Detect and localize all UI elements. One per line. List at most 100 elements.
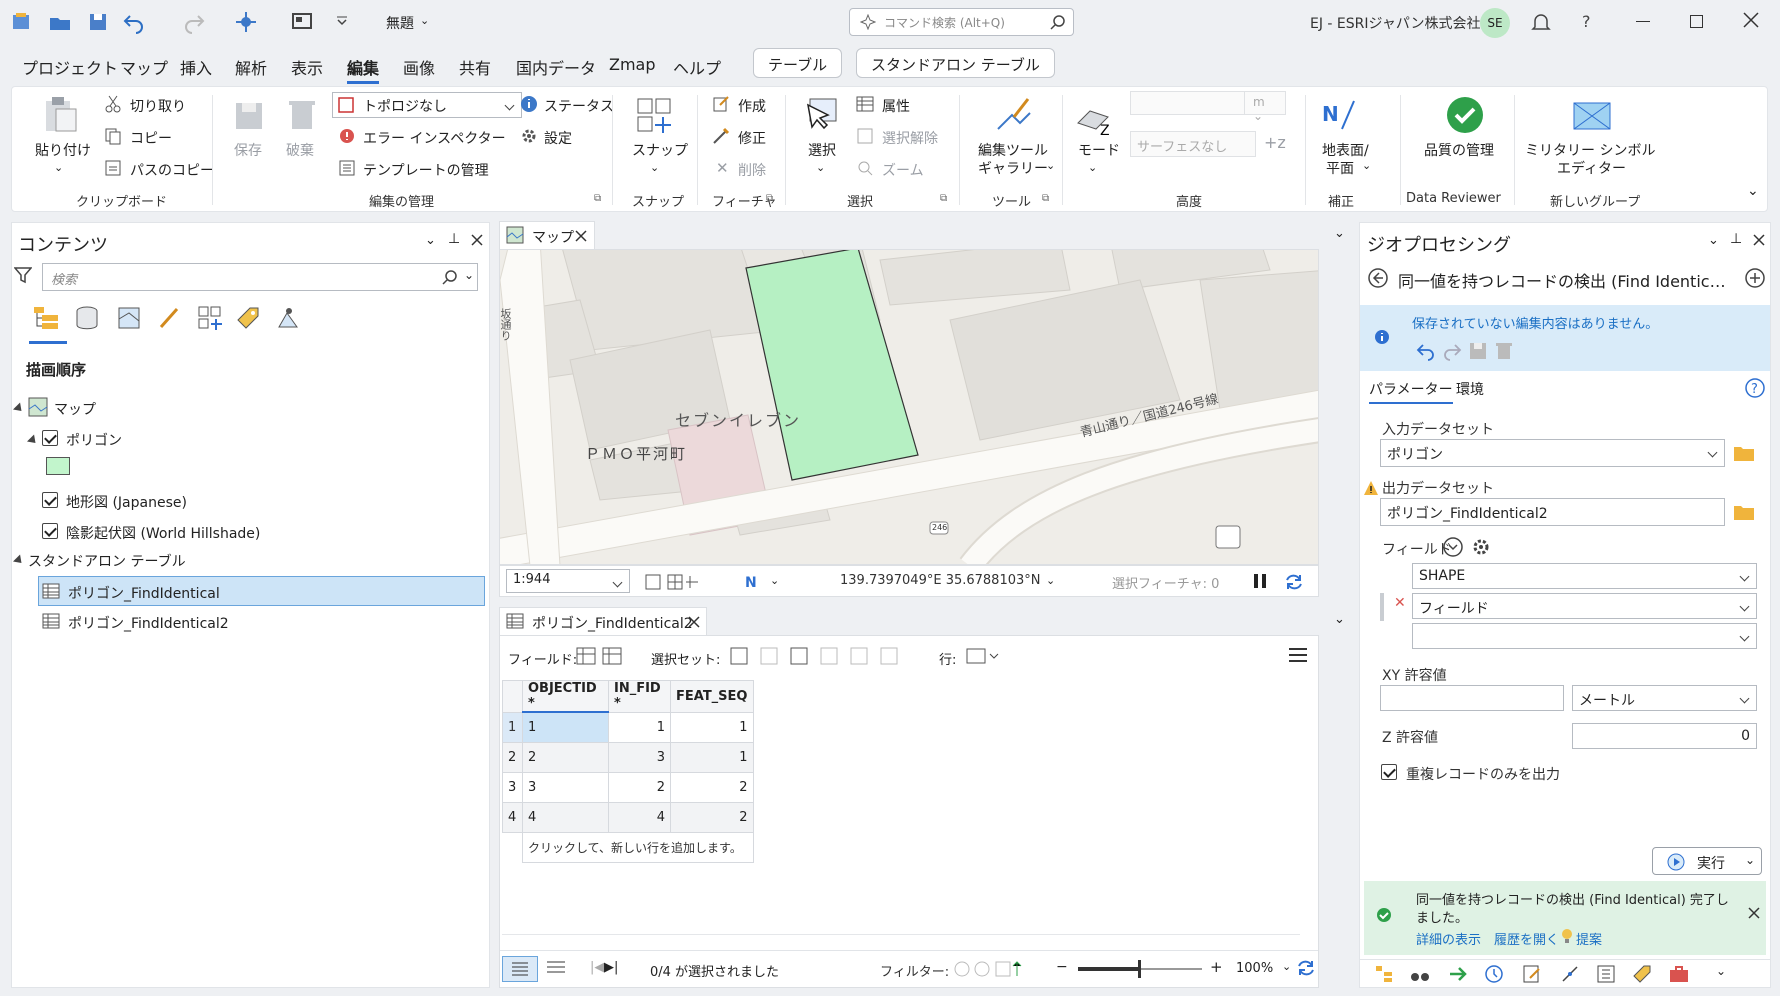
mode-button[interactable]: モード xyxy=(1078,140,1120,160)
dialog-launcher-icon[interactable]: ⧉ xyxy=(594,193,601,204)
map-layer-label[interactable]: マップ xyxy=(54,399,96,419)
topo-visibility-checkbox[interactable] xyxy=(42,492,58,508)
duplicates-only-checkbox[interactable] xyxy=(1381,764,1397,780)
modify-button[interactable]: 修正 xyxy=(738,128,766,148)
paste-button[interactable]: 貼り付け xyxy=(35,140,91,160)
quality-management-button[interactable]: 品質の管理 xyxy=(1424,140,1494,160)
attributes-icon[interactable] xyxy=(856,95,874,113)
column-header-objectid[interactable]: OBJECTID * xyxy=(522,680,609,713)
command-search-input[interactable]: コマンド検索 (Alt+Q) xyxy=(849,8,1074,36)
drawing-order-icon[interactable] xyxy=(32,305,60,331)
field-1-select[interactable]: SHAPE xyxy=(1412,563,1757,589)
field-options-icon[interactable] xyxy=(1442,536,1464,558)
output-dataset-input[interactable]: ポリゴン_FindIdentical2 xyxy=(1380,498,1725,526)
zoom-out-icon[interactable]: − xyxy=(1056,959,1068,975)
dialog-launcher-icon[interactable]: ⧉ xyxy=(766,193,773,204)
xy-tolerance-input[interactable] xyxy=(1380,685,1564,711)
snapping-view-icon[interactable] xyxy=(197,305,223,331)
save-icon[interactable] xyxy=(1468,341,1488,361)
customize-icon[interactable] xyxy=(330,10,354,34)
arrow-right-icon[interactable] xyxy=(1448,964,1468,984)
duplicates-only-label[interactable]: 重複レコードのみを出力 xyxy=(1406,764,1560,784)
north-arrow-icon[interactable]: N xyxy=(744,572,764,592)
help-button[interactable]: ? xyxy=(1582,12,1591,31)
add-row-prompt[interactable]: クリックして、新しい行を追加します。 xyxy=(522,831,754,863)
help-icon[interactable]: ? xyxy=(1744,377,1766,399)
ribbon-collapse-icon[interactable]: ⌄ xyxy=(1747,183,1759,199)
expand-map-icon[interactable] xyxy=(12,402,26,415)
cell-in-fid[interactable]: 4 xyxy=(608,801,671,833)
topo-layer-label[interactable]: 地形図 (Japanese) xyxy=(66,492,187,512)
new-project-icon[interactable] xyxy=(10,10,34,34)
gear-icon[interactable] xyxy=(1470,536,1492,558)
cell-feat-seq[interactable]: 1 xyxy=(670,711,754,743)
menu-help[interactable]: ヘルプ xyxy=(673,55,721,79)
zoom-level[interactable]: 100% xyxy=(1236,961,1273,976)
column-header-in-fid[interactable]: IN_FID * xyxy=(608,680,671,713)
search-icon[interactable] xyxy=(442,269,458,285)
suggestions-link[interactable]: 提案 xyxy=(1576,929,1602,948)
map-tabs-menu-icon[interactable]: ⌄ xyxy=(1334,226,1345,241)
close-icon[interactable] xyxy=(1742,11,1760,29)
snapping-icon[interactable] xyxy=(634,95,674,135)
close-pane-icon[interactable] xyxy=(1752,233,1766,247)
pane-options-icon[interactable]: ⌄ xyxy=(425,233,436,248)
discard-icon[interactable] xyxy=(1494,341,1514,361)
clear-selection-button[interactable]: 選択解除 xyxy=(882,128,938,148)
show-selected-records-icon[interactable] xyxy=(546,959,566,977)
expand-polygon-icon[interactable] xyxy=(26,434,40,447)
menu-imagery[interactable]: 画像 xyxy=(403,55,435,79)
table-tabs-menu-icon[interactable]: ⌄ xyxy=(1334,612,1345,627)
menu-analysis[interactable]: 解析 xyxy=(235,55,267,79)
military-symbol-editor-label2[interactable]: エディター xyxy=(1557,158,1626,178)
cell-feat-seq[interactable]: 2 xyxy=(670,771,754,803)
edit-notebook-icon[interactable] xyxy=(1522,964,1542,984)
cell-objectid[interactable]: 1 xyxy=(522,711,609,743)
discard-edits-button[interactable]: 破棄 xyxy=(286,140,314,160)
scale-select[interactable]: 1:944 xyxy=(506,569,630,593)
field-2-select[interactable]: フィールド xyxy=(1412,593,1757,619)
table-menu-icon[interactable] xyxy=(1288,646,1308,664)
template-manager-icon[interactable] xyxy=(338,159,356,177)
cell-in-fid[interactable]: 1 xyxy=(608,711,671,743)
polygon-layer-label[interactable]: ポリゴン xyxy=(66,430,122,450)
row-number[interactable]: 3 xyxy=(502,771,523,803)
contents-pane-icon[interactable] xyxy=(1374,964,1394,984)
redo-icon[interactable] xyxy=(182,10,206,34)
dismiss-icon[interactable] xyxy=(1748,907,1760,919)
table-row[interactable]: 3 3 2 2 xyxy=(502,771,754,803)
tab-attribute-table[interactable]: ポリゴン_FindIdentical2 xyxy=(499,607,707,635)
select-button[interactable]: 選択 xyxy=(808,140,836,160)
input-dataset-select[interactable]: ポリゴン xyxy=(1380,439,1725,467)
row-number[interactable]: 2 xyxy=(502,741,523,773)
dialog-launcher-icon[interactable]: ⧉ xyxy=(1042,193,1049,204)
row-number[interactable]: 4 xyxy=(502,801,523,833)
undo-icon[interactable] xyxy=(122,10,146,34)
table-row[interactable]: 1 1 1 1 xyxy=(502,711,754,743)
coordinate-options-icon[interactable]: ⌄ xyxy=(1046,574,1055,587)
last-record-icon[interactable]: ▶| xyxy=(604,960,618,975)
field-drag-handle[interactable] xyxy=(1380,593,1384,621)
minimize-icon[interactable] xyxy=(1636,21,1650,22)
history-icon[interactable] xyxy=(1484,964,1504,984)
table-row[interactable]: 2 2 3 1 xyxy=(502,741,754,773)
vertical-scrollbar[interactable] xyxy=(1302,676,1316,931)
pane-options-icon[interactable]: ⌄ xyxy=(1708,233,1719,248)
check-circle-icon[interactable] xyxy=(1445,95,1485,135)
cell-feat-seq[interactable]: 1 xyxy=(670,741,754,773)
paste-icon[interactable] xyxy=(40,95,80,135)
hillshade-layer-label[interactable]: 陰影起伏図 (World Hillshade) xyxy=(66,523,260,543)
tab-table[interactable]: テーブル xyxy=(753,48,843,78)
snapping-icon[interactable] xyxy=(1560,964,1580,984)
pin-icon[interactable]: ⊥ xyxy=(1730,231,1742,247)
menu-edit[interactable]: 編集 xyxy=(347,55,380,84)
row-number[interactable]: 1 xyxy=(502,711,523,743)
menu-view[interactable]: 表示 xyxy=(291,55,323,79)
menu-domestic-data[interactable]: 国内データ xyxy=(516,55,596,79)
edit-tools-gallery-label2[interactable]: ギャラリー xyxy=(978,158,1048,178)
cell-in-fid[interactable]: 2 xyxy=(608,771,671,803)
editing-view-icon[interactable] xyxy=(157,305,183,331)
cut-button[interactable]: 切り取り xyxy=(130,96,186,116)
gear-icon[interactable] xyxy=(520,127,538,145)
selection-tools-icon[interactable] xyxy=(730,646,910,666)
